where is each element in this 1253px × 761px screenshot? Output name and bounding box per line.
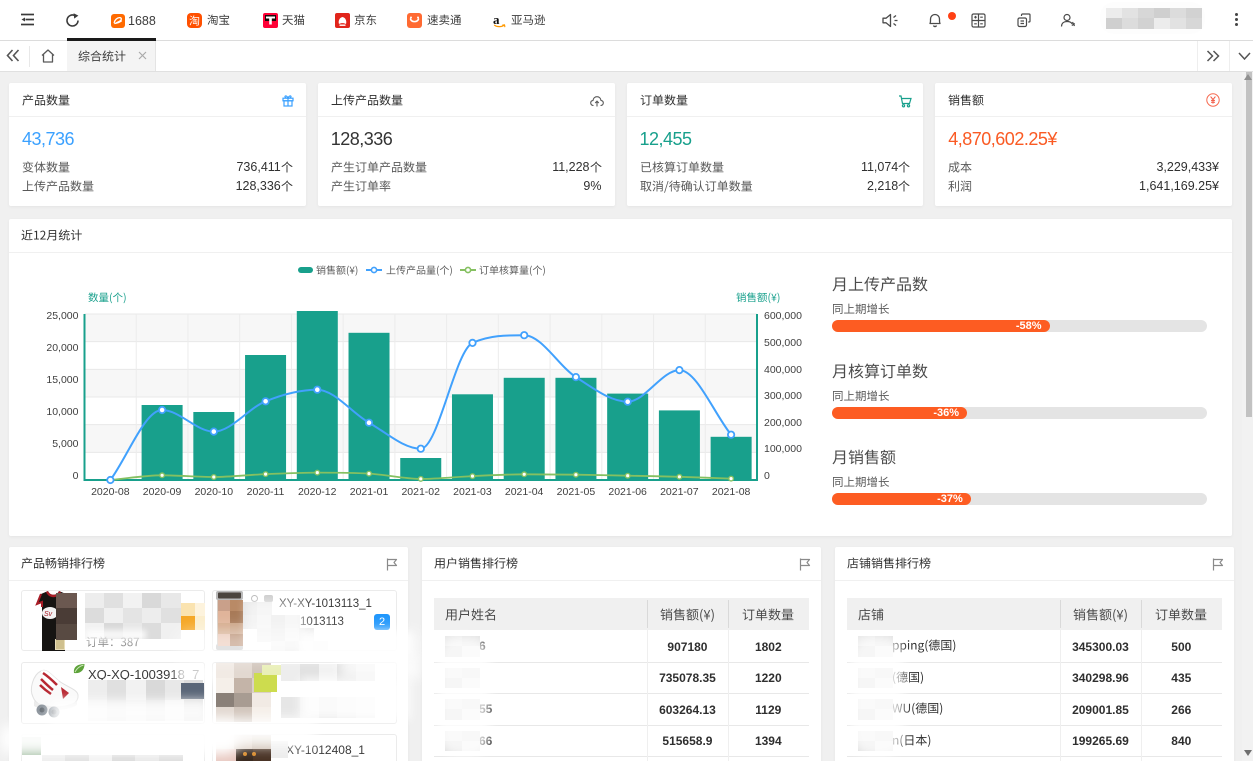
svg-text:Sv: Sv (44, 611, 53, 618)
